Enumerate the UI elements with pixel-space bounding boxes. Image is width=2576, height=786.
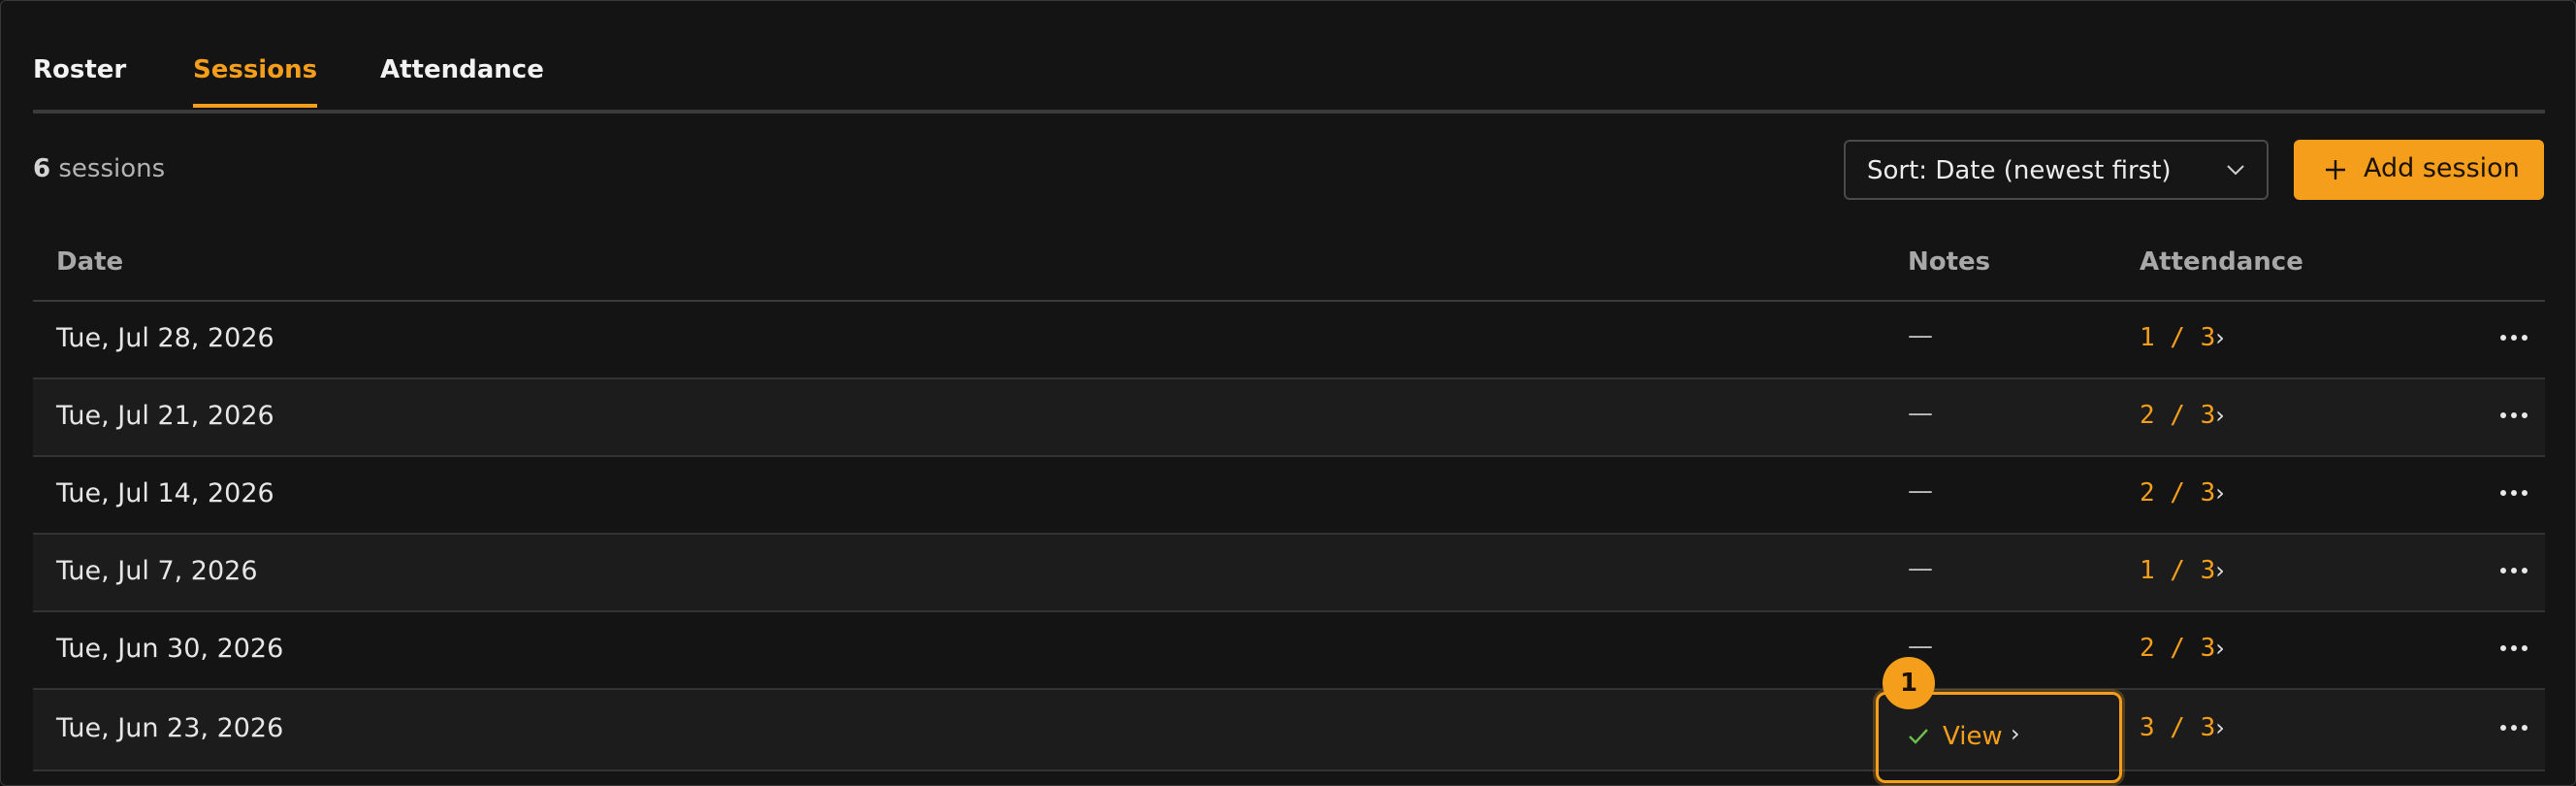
- attendance-value: 3 / 3: [2140, 713, 2216, 742]
- sort-select-label: Sort: Date (newest first): [1867, 156, 2172, 185]
- attendance-link[interactable]: 2 / 3›: [2140, 401, 2225, 430]
- attendance-value: 2 / 3: [2140, 401, 2216, 430]
- tab-label: Roster: [33, 55, 127, 84]
- tab-attendance[interactable]: Attendance: [380, 55, 544, 84]
- more-options-button[interactable]: [2495, 478, 2533, 508]
- more-options-button[interactable]: [2495, 556, 2533, 585]
- attendance-link[interactable]: 2 / 3›: [2140, 634, 2225, 663]
- session-notes: —: [1908, 321, 1933, 350]
- session-count: 6 sessions: [33, 154, 165, 183]
- view-notes-label: View: [1943, 722, 2003, 751]
- attendance-link[interactable]: 1 / 3›: [2140, 323, 2225, 352]
- attendance-value: 2 / 3: [2140, 634, 2216, 663]
- session-notes: —: [1908, 476, 1933, 506]
- chevron-right-icon: ›: [2215, 714, 2225, 741]
- attendance-link[interactable]: 2 / 3›: [2140, 478, 2225, 508]
- more-dot-icon: [2511, 645, 2517, 651]
- sessions-panel: Roster Sessions Attendance 6 sessions So…: [0, 0, 2576, 786]
- tab-roster[interactable]: Roster: [33, 55, 126, 84]
- attendance-value: 2 / 3: [2140, 478, 2216, 508]
- check-icon: [1909, 729, 1928, 744]
- more-dot-icon: [2500, 490, 2506, 496]
- attendance-link[interactable]: 1 / 3›: [2140, 556, 2225, 585]
- sort-select[interactable]: Sort: Date (newest first): [1844, 140, 2269, 200]
- more-dot-icon: [2522, 645, 2528, 651]
- table-row: Tue, Jul 7, 2026 — 1 / 3›: [33, 535, 2545, 612]
- more-dot-icon: [2500, 725, 2506, 731]
- more-dot-icon: [2500, 645, 2506, 651]
- attendance-value: 1 / 3: [2140, 323, 2216, 352]
- more-dot-icon: [2511, 725, 2517, 731]
- table-row: Tue, Jun 30, 2026 — 2 / 3›: [33, 612, 2545, 690]
- tab-label: Sessions: [193, 55, 318, 84]
- column-header-notes: Notes: [1908, 247, 1991, 277]
- table-row: Tue, Jul 28, 2026 — 1 / 3›: [33, 302, 2545, 379]
- session-date: Tue, Jul 7, 2026: [56, 556, 258, 586]
- sessions-table-body: Tue, Jul 28, 2026 — 1 / 3› Tue, Jul 21, …: [33, 302, 2545, 783]
- more-dot-icon: [2511, 412, 2517, 418]
- add-session-button[interactable]: Add session: [2294, 140, 2544, 200]
- tab-bar: Roster Sessions Attendance: [33, 1, 2545, 114]
- table-row: Tue, Jul 21, 2026 — 2 / 3›: [33, 379, 2545, 457]
- more-dot-icon: [2511, 490, 2517, 496]
- more-dot-icon: [2511, 568, 2517, 573]
- more-options-button[interactable]: [2495, 323, 2533, 352]
- table-row: Tue, Jul 14, 2026 — 2 / 3›: [33, 457, 2545, 535]
- more-dot-icon: [2511, 335, 2517, 341]
- chevron-down-icon: [2227, 165, 2244, 176]
- active-tab-indicator: [193, 104, 318, 108]
- more-options-button[interactable]: [2495, 401, 2533, 430]
- session-notes: —: [1908, 554, 1933, 583]
- chevron-right-icon: ›: [2011, 720, 2020, 747]
- session-notes: —: [1908, 399, 1933, 428]
- more-dot-icon: [2522, 335, 2528, 341]
- session-date: Tue, Jun 30, 2026: [56, 634, 284, 664]
- column-header-date: Date: [56, 247, 124, 277]
- tab-label: Attendance: [380, 55, 544, 84]
- table-row: Tue, Jun 23, 2026 View › 1 3 / 3›: [33, 657, 2545, 783]
- chevron-right-icon: ›: [2215, 402, 2225, 429]
- more-options-button[interactable]: [2495, 713, 2533, 742]
- chevron-right-icon: ›: [2215, 557, 2225, 584]
- more-options-button[interactable]: [2495, 634, 2533, 663]
- session-date: Tue, Jun 23, 2026: [56, 713, 284, 743]
- session-count-number: 6: [33, 154, 51, 183]
- chevron-right-icon: ›: [2215, 479, 2225, 507]
- more-dot-icon: [2522, 568, 2528, 573]
- session-date: Tue, Jul 21, 2026: [56, 401, 274, 431]
- more-dot-icon: [2522, 490, 2528, 496]
- attendance-value: 1 / 3: [2140, 556, 2216, 585]
- more-dot-icon: [2500, 335, 2506, 341]
- chevron-right-icon: ›: [2215, 324, 2225, 351]
- attendance-link[interactable]: 3 / 3›: [2140, 713, 2225, 742]
- plus-icon: [2326, 160, 2345, 180]
- add-session-label: Add session: [2364, 153, 2520, 183]
- more-dot-icon: [2500, 412, 2506, 418]
- session-date: Tue, Jul 28, 2026: [56, 323, 274, 353]
- more-dot-icon: [2522, 412, 2528, 418]
- session-date: Tue, Jul 14, 2026: [56, 478, 274, 508]
- table-header: Date Notes Attendance: [33, 224, 2545, 302]
- more-dot-icon: [2522, 725, 2528, 731]
- tab-sessions[interactable]: Sessions: [193, 55, 318, 108]
- callout-badge: 1: [1883, 657, 1935, 709]
- chevron-right-icon: ›: [2215, 635, 2225, 662]
- session-count-unit: sessions: [58, 154, 166, 183]
- more-dot-icon: [2500, 568, 2506, 573]
- column-header-attendance: Attendance: [2140, 247, 2303, 277]
